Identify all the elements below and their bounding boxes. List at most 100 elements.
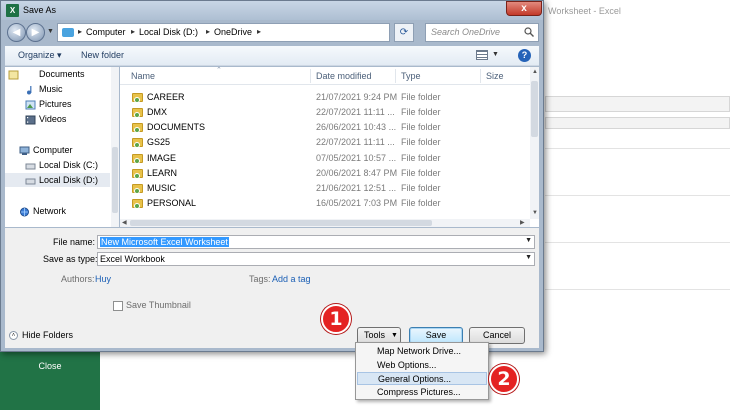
sync-status-icon <box>134 188 140 194</box>
excel-field-2 <box>545 117 730 129</box>
onedrive-folder-icon <box>62 28 74 37</box>
horizontal-scroll-thumb[interactable] <box>130 220 432 226</box>
table-row[interactable]: DOCUMENTS 26/06/2021 10:43 ... File fold… <box>120 120 520 135</box>
file-date: 07/05/2021 10:57 ... <box>316 153 397 163</box>
hide-folders-button[interactable]: Hide Folders <box>22 330 73 340</box>
excel-divider <box>545 289 730 290</box>
menu-item-compress-pictures[interactable]: Compress Pictures... <box>357 386 487 399</box>
organize-menu[interactable]: Organize ▾ <box>18 50 62 61</box>
file-name: DMX <box>147 107 167 117</box>
column-header-row: ⌃ Name Date modified Type Size <box>120 67 530 85</box>
nav-item-local-disk-d[interactable]: Local Disk (D:) <box>39 175 98 185</box>
breadcrumb-onedrive[interactable]: OneDrive <box>214 27 252 37</box>
breadcrumb-separator-icon[interactable]: ▸ <box>78 27 82 36</box>
menu-item-map-network-drive[interactable]: Map Network Drive... <box>357 345 487 358</box>
vertical-scroll-thumb[interactable] <box>531 81 538 137</box>
file-date: 22/07/2021 11:11 ... <box>316 107 395 117</box>
sync-status-icon <box>134 112 140 118</box>
file-name: MUSIC <box>147 183 176 193</box>
breadcrumb-local-disk-d[interactable]: Local Disk (D:) <box>139 27 198 37</box>
menu-item-general-options[interactable]: General Options... <box>357 372 487 385</box>
network-icon <box>20 207 29 217</box>
file-name: LEARN <box>147 168 178 178</box>
documents-icon <box>8 70 19 80</box>
change-view-icon[interactable] <box>476 50 488 60</box>
breadcrumb-separator-icon[interactable]: ▸ <box>206 27 210 36</box>
column-divider[interactable] <box>480 69 481 83</box>
table-row[interactable]: CAREER 21/07/2021 9:24 PM File folder <box>120 90 520 105</box>
authors-value[interactable]: Huy <box>95 274 111 284</box>
tags-label: Tags: <box>249 274 271 284</box>
menu-item-web-options[interactable]: Web Options... <box>357 359 487 372</box>
save-as-dialog: X Save As x ◀ ▶ ▼ ▸ Computer ▸ Local Dis… <box>0 0 544 352</box>
nav-item-network[interactable]: Network <box>33 206 66 216</box>
table-row[interactable]: LEARN 20/06/2021 8:47 PM File folder <box>120 166 520 181</box>
nav-item-computer[interactable]: Computer <box>33 145 73 155</box>
file-list-horizontal-scrollbar[interactable]: ◀ ▶ <box>120 219 530 227</box>
file-name: IMAGE <box>147 153 177 163</box>
breadcrumb-separator-icon[interactable]: ▸ <box>257 27 261 36</box>
column-header-date-modified[interactable]: Date modified <box>316 71 372 81</box>
file-type: File folder <box>401 92 441 102</box>
nav-item-local-disk-c[interactable]: Local Disk (C:) <box>39 160 98 170</box>
new-folder-button[interactable]: New folder <box>81 50 124 60</box>
chevron-up-icon[interactable]: ˄ <box>9 331 18 340</box>
table-row[interactable]: MUSIC 21/06/2021 12:51 ... File folder <box>120 181 520 196</box>
table-row[interactable]: IMAGE 07/05/2021 10:57 ... File folder <box>120 151 520 166</box>
nav-item-videos[interactable]: Videos <box>39 114 66 124</box>
breadcrumb-separator-icon[interactable]: ▸ <box>131 27 135 36</box>
breadcrumb-computer[interactable]: Computer <box>86 27 126 37</box>
view-options-chevron-icon[interactable]: ▼ <box>492 51 499 58</box>
nav-item-documents[interactable]: Documents <box>39 69 85 79</box>
excel-close-item[interactable]: Close <box>0 355 100 377</box>
dialog-close-button[interactable]: x <box>506 1 542 16</box>
excel-app-icon: X <box>6 4 19 17</box>
save-thumbnail-label[interactable]: Save Thumbnail <box>126 300 191 310</box>
file-name: CAREER <box>147 92 185 102</box>
save-thumbnail-checkbox[interactable] <box>113 301 123 311</box>
forward-button[interactable]: ▶ <box>26 23 45 42</box>
file-name-input[interactable]: New Microsoft Excel Worksheet ▼ <box>97 235 535 249</box>
scroll-down-icon[interactable]: ▼ <box>532 210 538 216</box>
sync-status-icon <box>134 142 140 148</box>
save-as-type-dropdown-icon[interactable]: ▼ <box>525 254 532 261</box>
authors-label: Authors: <box>61 274 95 284</box>
scroll-left-icon[interactable]: ◀ <box>122 219 127 226</box>
file-type: File folder <box>401 168 441 178</box>
save-as-type-select[interactable]: Excel Workbook ▼ <box>97 252 535 266</box>
add-tag-link[interactable]: Add a tag <box>272 274 311 284</box>
search-box[interactable]: Search OneDrive <box>425 23 539 42</box>
file-list-vertical-scrollbar[interactable]: ▲ ▼ <box>530 67 539 219</box>
search-icon[interactable] <box>524 27 534 37</box>
scroll-up-icon[interactable]: ▲ <box>532 69 538 75</box>
sync-status-icon <box>134 127 140 133</box>
recent-locations-chevron-icon[interactable]: ▼ <box>47 28 54 35</box>
save-as-type-label: Save as type: <box>43 254 98 264</box>
refresh-button[interactable]: ⟳ <box>394 23 414 42</box>
address-bar[interactable]: ▸ Computer ▸ Local Disk (D:) ▸ OneDrive … <box>57 23 440 42</box>
nav-item-music[interactable]: Music <box>39 84 63 94</box>
table-row[interactable]: DMX 22/07/2021 11:11 ... File folder <box>120 105 520 120</box>
table-row[interactable]: GS25 22/07/2021 11:11 ... File folder <box>120 135 520 150</box>
column-header-name[interactable]: Name <box>131 71 155 81</box>
help-icon[interactable]: ? <box>518 49 531 62</box>
dialog-titlebar: X Save As x <box>1 1 543 20</box>
file-type: File folder <box>401 183 441 193</box>
column-divider[interactable] <box>395 69 396 83</box>
nav-item-pictures[interactable]: Pictures <box>39 99 72 109</box>
scroll-right-icon[interactable]: ▶ <box>520 219 525 226</box>
column-header-type[interactable]: Type <box>401 71 421 81</box>
file-name-dropdown-icon[interactable]: ▼ <box>525 237 532 244</box>
file-type: File folder <box>401 122 441 132</box>
command-bar: Organize ▾ New folder ▼ ? <box>5 46 539 66</box>
file-date: 20/06/2021 8:47 PM <box>316 168 398 178</box>
file-type: File folder <box>401 137 441 147</box>
back-button[interactable]: ◀ <box>7 23 26 42</box>
computer-icon <box>19 146 30 155</box>
nav-pane-scrollbar[interactable] <box>111 67 119 227</box>
dialog-title: Save As <box>23 5 57 15</box>
column-header-size[interactable]: Size <box>486 71 504 81</box>
nav-pane-scroll-thumb[interactable] <box>112 147 118 213</box>
column-divider[interactable] <box>310 69 311 83</box>
table-row[interactable]: PERSONAL 16/05/2021 7:03 PM File folder <box>120 196 520 211</box>
